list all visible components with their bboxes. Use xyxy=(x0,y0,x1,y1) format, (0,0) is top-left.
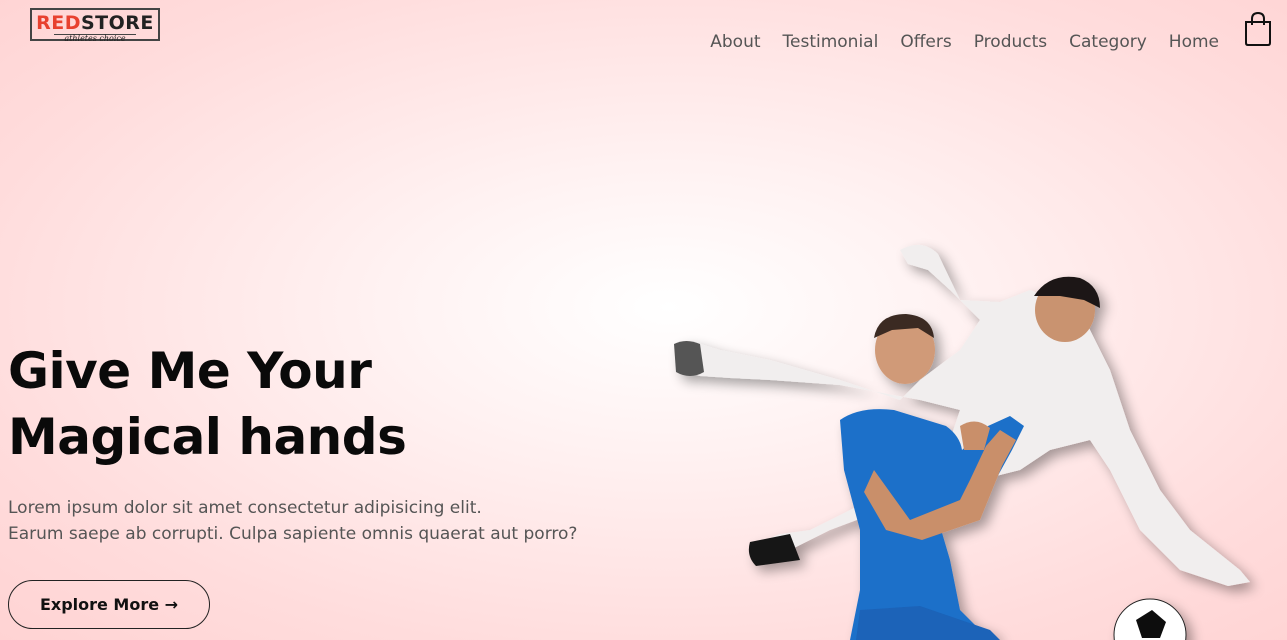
nav-link-testimonial[interactable]: Testimonial xyxy=(783,30,879,54)
explore-more-button[interactable]: Explore More → xyxy=(8,580,210,629)
hero-description: Lorem ipsum dolor sit amet consectetur a… xyxy=(8,495,577,547)
hero-title: Give Me Your Magical hands xyxy=(8,338,407,470)
nav-link-products[interactable]: Products xyxy=(974,30,1047,54)
hero-athletes-image xyxy=(674,244,1250,640)
main-nav: About Testimonial Offers Products Catego… xyxy=(688,30,1219,54)
shopping-bag-icon xyxy=(1245,11,1271,46)
hero-description-line-2: Earum saepe ab corrupti. Culpa sapiente … xyxy=(8,524,578,544)
logo-brand-dark: STORE xyxy=(80,12,154,34)
logo-brand-red: RED xyxy=(36,12,81,34)
nav-link-about[interactable]: About xyxy=(710,30,760,54)
nav-link-category[interactable]: Category xyxy=(1069,30,1147,54)
logo-brand: REDSTORE xyxy=(32,12,158,34)
hero-title-line-1: Give Me Your xyxy=(8,342,372,400)
hero-title-line-2: Magical hands xyxy=(8,408,407,466)
logo-tagline: athletes choice xyxy=(54,34,136,43)
logo[interactable]: REDSTORE athletes choice xyxy=(30,8,160,43)
hero-description-line-1: Lorem ipsum dolor sit amet consectetur a… xyxy=(8,498,482,518)
nav-link-home[interactable]: Home xyxy=(1169,30,1219,54)
nav-link-offers[interactable]: Offers xyxy=(900,30,951,54)
cart-button[interactable] xyxy=(1243,11,1273,46)
